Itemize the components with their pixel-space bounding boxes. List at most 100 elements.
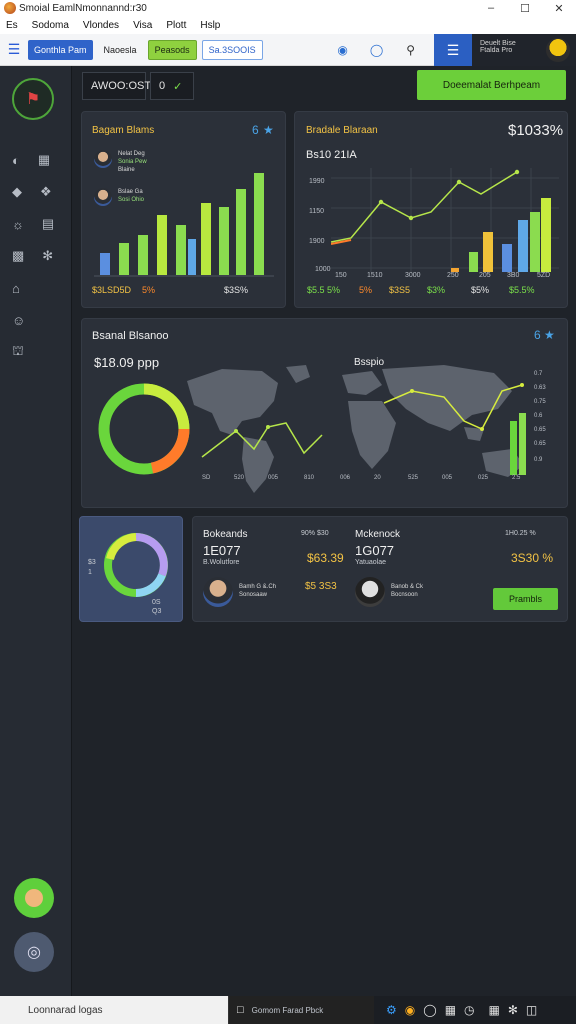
minimize-icon[interactable]: – bbox=[474, 2, 508, 14]
network-icon[interactable]: ⚙ bbox=[386, 1003, 397, 1017]
bar bbox=[119, 243, 129, 275]
donut-left-value: $3 bbox=[88, 559, 96, 566]
hamburger-menu-icon[interactable]: ☰ bbox=[0, 41, 28, 58]
map-asia bbox=[382, 365, 512, 431]
card-segment-donut[interactable]: $3 1 0S Q3 bbox=[79, 516, 183, 622]
card-menu-icon[interactable]: 6 bbox=[252, 123, 259, 137]
sidebar-nav: ◐ ▦ ◆ ❖ ☼ ▤ ▩ ✻ ⌂ ☺ ⛫ bbox=[0, 144, 72, 368]
y-tick: 0.65 bbox=[534, 427, 546, 433]
footer-value: $5% bbox=[471, 285, 490, 295]
menu-item-edit[interactable]: Sodoma bbox=[32, 20, 69, 31]
chat-icon[interactable]: ◯ bbox=[423, 1003, 436, 1017]
col2-amount: 3S30 % bbox=[511, 551, 554, 565]
toolbar-button-control-panel[interactable]: Gonthla Pam bbox=[28, 39, 93, 60]
app-window-icon: □ bbox=[237, 1004, 244, 1016]
x-tick: 1510 bbox=[367, 272, 383, 279]
grid-icon[interactable]: ▦ bbox=[489, 1003, 500, 1017]
star-icon[interactable]: ★ bbox=[263, 123, 274, 137]
menu-item-insert[interactable]: Visa bbox=[133, 20, 152, 31]
nav-home-icon[interactable]: ⌂ bbox=[12, 281, 20, 296]
nav-face-icon[interactable]: ☺ bbox=[12, 313, 25, 328]
bar bbox=[530, 212, 540, 272]
person-sub: Sonia Pew bbox=[118, 159, 147, 165]
menu-item-file[interactable]: Es bbox=[6, 20, 18, 31]
grid-menu-icon[interactable]: ☰ bbox=[434, 34, 472, 66]
status-toggle-button[interactable] bbox=[14, 878, 54, 918]
nav-tag-icon[interactable]: ◆ bbox=[12, 184, 22, 200]
primary-action-button[interactable]: Prambls bbox=[493, 588, 558, 610]
map-greenland bbox=[286, 365, 310, 383]
x-tick: 3B0 bbox=[507, 272, 520, 279]
bar bbox=[236, 189, 246, 275]
window-title: Smoial EamlNmonnannd:r30 bbox=[19, 2, 147, 14]
chat-icon[interactable]: ◯ bbox=[366, 39, 388, 61]
nav-table-icon[interactable]: ▤ bbox=[42, 216, 54, 232]
card-footer: $3LSD5D 5% $3S% bbox=[92, 285, 282, 295]
map-north-america bbox=[187, 369, 278, 435]
person-sub: Bocnsoon bbox=[391, 592, 418, 598]
y-tick: 1150 bbox=[309, 208, 325, 215]
x-tick: 005 bbox=[268, 475, 279, 481]
nav-users-icon[interactable]: ☼ bbox=[12, 217, 24, 232]
x-tick: 250 bbox=[447, 272, 459, 279]
toolbar-button-messages[interactable]: Naoesla bbox=[98, 40, 143, 60]
settings-fab-button[interactable]: ◎ bbox=[14, 932, 54, 972]
bar bbox=[201, 203, 211, 275]
nav-bank-icon[interactable]: ⛫ bbox=[12, 343, 24, 361]
x-tick: 3000 bbox=[405, 272, 421, 279]
donut-chart bbox=[98, 383, 190, 475]
brand-logo[interactable]: ⚑ bbox=[12, 78, 54, 120]
bar bbox=[100, 253, 110, 275]
star-icon[interactable]: ★ bbox=[544, 328, 555, 342]
user-profile[interactable]: Deuelt Bise Ftalda Pro bbox=[472, 34, 576, 66]
donut-slice bbox=[135, 573, 166, 597]
bar bbox=[219, 207, 229, 275]
nav-tools-icon[interactable]: ❖ bbox=[40, 184, 52, 200]
col1-title: Bokeands bbox=[203, 529, 248, 540]
create-report-button[interactable]: Doeemalat Berhpeam bbox=[417, 70, 566, 100]
taskbar-app[interactable]: □ Gomom Farad Pbck bbox=[228, 996, 374, 1024]
taskbar-app-label: Gomom Farad Pbck bbox=[251, 1005, 324, 1015]
map-point bbox=[480, 427, 484, 431]
x-tick: 5ZD bbox=[537, 272, 551, 279]
bar bbox=[469, 252, 478, 272]
taskbar-search[interactable]: Loonnarad logas bbox=[0, 996, 228, 1024]
card-title: Bsanal Blsanoo bbox=[92, 330, 169, 342]
menu-item-view[interactable]: Vlondes bbox=[83, 20, 119, 31]
toolbar: ☰ Gonthla Pam Naoesla Peasods Sa.3SOOIS … bbox=[0, 34, 576, 66]
col1-amount: $63.39 bbox=[307, 551, 344, 565]
nav-grid-icon[interactable]: ▦ bbox=[38, 152, 50, 168]
map-point bbox=[266, 425, 270, 429]
close-icon[interactable]: ✕ bbox=[542, 2, 576, 15]
search-icon[interactable]: ⚲ bbox=[400, 39, 422, 61]
x-tick: SD bbox=[202, 475, 211, 481]
map-south-america bbox=[242, 437, 274, 493]
card-menu-icon[interactable]: 6 bbox=[534, 328, 541, 342]
calendar-icon[interactable]: ▦ bbox=[445, 1003, 456, 1017]
col1-sub: B.Wolutfore bbox=[203, 559, 240, 566]
menu-item-plot[interactable]: Plott bbox=[166, 20, 186, 31]
toolbar-button-sales[interactable]: Sa.3SOOIS bbox=[201, 39, 263, 60]
toolbar-button-products[interactable]: Peasods bbox=[147, 39, 197, 60]
person-row[interactable]: Banob & Ck Bocnsoon bbox=[355, 577, 423, 607]
y-tick: 0.65 bbox=[534, 441, 546, 447]
data-point bbox=[378, 199, 384, 205]
refresh-icon[interactable]: ◉ bbox=[332, 39, 354, 61]
settings-icon[interactable]: ✻ bbox=[508, 1003, 518, 1017]
visibility-toggle[interactable]: 0 ✓ bbox=[150, 72, 194, 100]
person-name: Nelat Deg bbox=[118, 151, 145, 157]
avatar[interactable] bbox=[546, 38, 570, 62]
trash-icon[interactable]: ◫ bbox=[526, 1003, 537, 1017]
clock-icon[interactable]: ◷ bbox=[464, 1003, 474, 1017]
menu-item-help[interactable]: Hslp bbox=[200, 20, 220, 31]
nav-settings-icon[interactable]: ✻ bbox=[42, 248, 53, 264]
maximize-icon[interactable]: ☐ bbox=[508, 2, 542, 15]
nav-dashboard-icon[interactable]: ◐ bbox=[12, 153, 20, 168]
person-row[interactable]: Bamh G &.Ch Sonosaaw bbox=[203, 577, 276, 607]
period-select[interactable]: AWOO:OST bbox=[82, 72, 151, 100]
col2-top: 1H0.25 % bbox=[505, 530, 536, 537]
nav-window-icon[interactable]: ▩ bbox=[12, 248, 24, 264]
update-icon[interactable]: ◉ bbox=[405, 1003, 415, 1017]
y-tick: 0.6 bbox=[534, 413, 543, 419]
sidebar: ⚑ ◐ ▦ ◆ ❖ ☼ ▤ ▩ ✻ ⌂ ☺ ⛫ ◎ bbox=[0, 66, 72, 996]
